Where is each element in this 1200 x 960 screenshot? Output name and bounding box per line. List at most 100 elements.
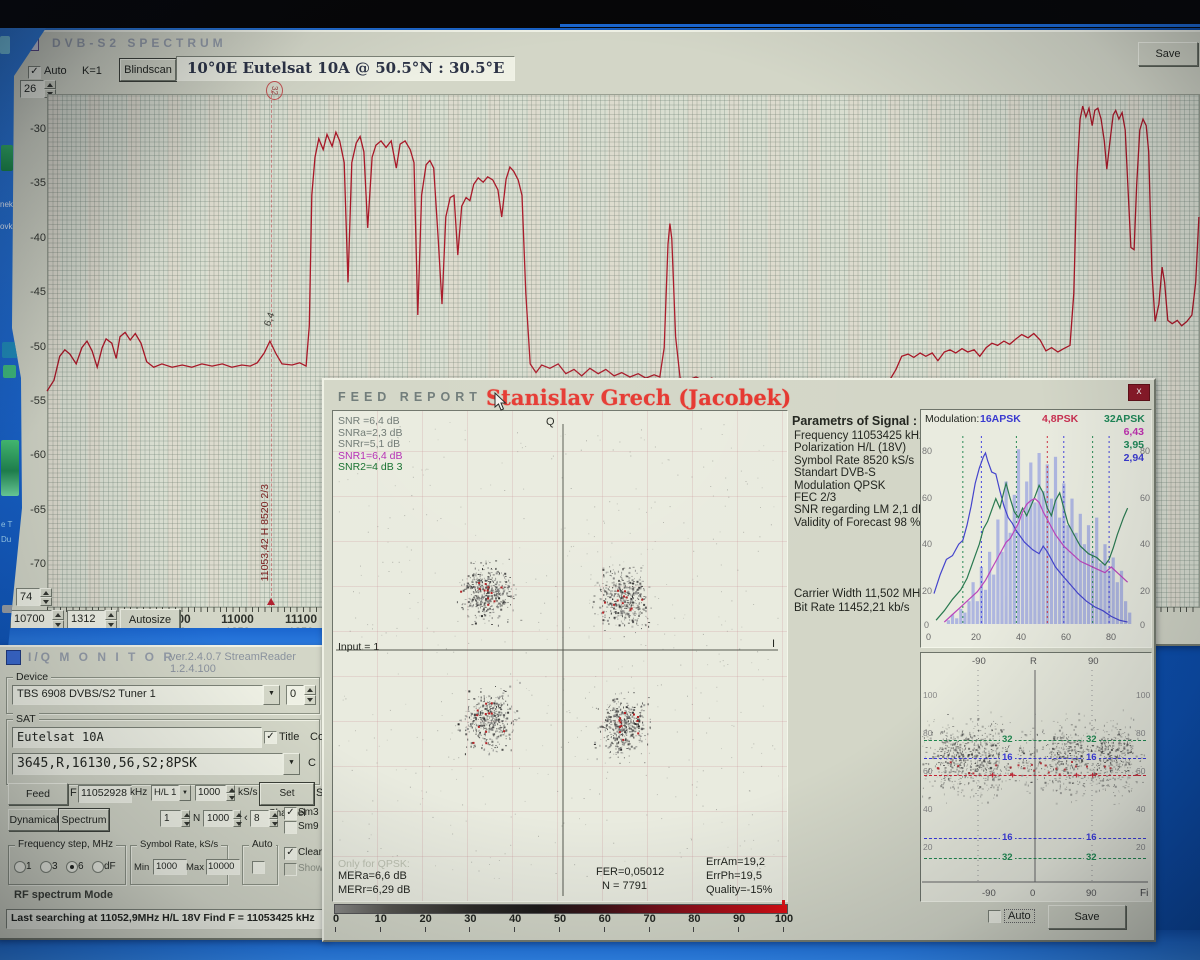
show-checkbox[interactable] (284, 863, 297, 876)
input-label: Input = 1 (338, 641, 379, 653)
span-spinner[interactable]: 1312 (67, 610, 117, 629)
modulation-histogram (928, 428, 1142, 628)
frequency-field[interactable]: 11052928 (78, 785, 132, 803)
quality-scale-label: 80 (682, 913, 706, 925)
signal-param-line: Modulation QPSK (794, 480, 926, 492)
hist-zero-label: 0 (1140, 620, 1145, 630)
n3-spinner[interactable]: 8 (250, 810, 278, 827)
freq-step-radio[interactable] (14, 861, 26, 873)
desktop-icon[interactable] (0, 36, 10, 54)
feed-report-window: FEED REPORT Stanislav Grech (Jacobek) x … (322, 378, 1156, 942)
freq-step-radio-label: dF (104, 861, 116, 872)
quality-scale-label: 70 (638, 913, 662, 925)
quality-scale-label: 90 (727, 913, 751, 925)
iq-app-icon (6, 650, 21, 665)
signal-param-line: SNR regarding LM 2,1 dB (794, 504, 926, 516)
phase-threshold-line (924, 740, 1146, 741)
constellation-scatter (332, 410, 786, 900)
carrier-width-value: Carrier Width 11,502 MHz (794, 588, 926, 600)
phase-threshold-label: 32 (1000, 734, 1015, 745)
erram-value: ErrAm=19,2 (706, 856, 765, 868)
hist-x-label: 60 (1061, 632, 1071, 642)
mera-value: MERa=6,6 dB (338, 870, 407, 882)
signal-param-line: Symbol Rate 8520 kS/s (794, 455, 926, 467)
polarization-dropdown[interactable]: H/L 1▼ (151, 785, 191, 801)
title-checkbox[interactable] (264, 731, 277, 744)
n1-spinner[interactable]: 1 (160, 810, 190, 827)
sm9-checkbox[interactable] (284, 821, 297, 834)
phase-top-label: -90 (972, 656, 986, 667)
desktop-icon[interactable] (3, 365, 16, 378)
save-button-bottom[interactable]: Save (1048, 905, 1126, 929)
phase-threshold-line (924, 775, 1146, 776)
phase-y-label: 80 (1136, 728, 1145, 738)
quality-scale-tick (783, 927, 784, 932)
n-value: N = 7791 (602, 880, 647, 892)
only-qpsk-label: Only for QPSK: (338, 858, 410, 870)
clear-checkbox[interactable] (284, 847, 297, 860)
min-field[interactable]: 1000 (153, 859, 187, 875)
errph-value: ErrPh=19,5 (706, 870, 762, 882)
sm9-label: Sm9 (298, 821, 319, 832)
set-channel-button[interactable]: Set Channel (260, 783, 314, 805)
frequency-marker-line (271, 90, 272, 606)
hist-y-label: 40 (1140, 539, 1150, 549)
c-partial-label: C (308, 757, 316, 769)
device-index-spinner[interactable]: 0 (286, 685, 316, 705)
desktop-icon-label: ovk (0, 222, 12, 231)
desktop-icon-label: e T (1, 520, 12, 529)
max-field[interactable]: 10000 (206, 859, 240, 875)
quality-scale-label: 40 (503, 913, 527, 925)
q-axis-label: Q (546, 416, 555, 428)
symbolrate-spinner[interactable]: 1000 (195, 785, 235, 801)
modulation-legend-item: 32APSK (1104, 413, 1145, 425)
freq-step-radio[interactable] (66, 861, 78, 873)
max-label: Max (186, 862, 204, 873)
hist-y-label: 60 (1140, 493, 1150, 503)
y-axis-tick: -50 (12, 341, 46, 353)
phase-y-label: 60 (923, 766, 932, 776)
device-dropdown[interactable]: TBS 6908 DVBS/S2 Tuner 1▼ (12, 685, 280, 705)
phase-red-marker: + (1090, 770, 1095, 780)
quality-scale-tick (693, 927, 694, 932)
phase-y-label: 40 (1136, 804, 1145, 814)
quality-scale-label: 0 (324, 913, 348, 925)
sm3-checkbox[interactable] (284, 807, 297, 820)
signal-param-line: Frequency 11053425 kHz (794, 430, 926, 442)
n2-spinner[interactable]: 1000 (203, 810, 241, 827)
phase-red-marker: + (1010, 770, 1015, 780)
level-bottom-spinner[interactable]: 74 (16, 588, 52, 606)
phase-y-label: 20 (923, 842, 932, 852)
quality-scale-label: 30 (458, 913, 482, 925)
spectrum-button[interactable]: Spectrum (59, 809, 109, 831)
close-button[interactable]: x (1128, 384, 1150, 401)
snr-line: SNR2=4 dB 3 (338, 462, 403, 474)
quality-scale-tick (380, 927, 381, 932)
phase-threshold-label: 32 (1084, 852, 1099, 863)
freq-step-radio[interactable] (40, 861, 52, 873)
feed-report-button[interactable]: Feed Report (8, 783, 68, 805)
phase-auto-label: Auto (1004, 909, 1035, 923)
auto-sr-checkbox[interactable] (252, 861, 265, 874)
iq-monitor-window: I/Q M O N I T O R ver.2.4.0.7 StreamRead… (0, 645, 328, 940)
phase-y-label: 60 (1136, 766, 1145, 776)
desktop-icon[interactable] (1, 440, 19, 496)
phase-y-label: 100 (923, 690, 937, 700)
start-frequency-spinner[interactable]: 10700 (10, 610, 64, 629)
phase-top-label: 90 (1088, 656, 1099, 667)
hist-x-label: 20 (971, 632, 981, 642)
freq-step-radio[interactable] (92, 861, 104, 873)
phase-auto-checkbox[interactable] (988, 910, 1001, 923)
signal-params-title: Parametrs of Signal : (792, 414, 917, 428)
channel-dropdown[interactable]: 3645,R,16130,56,S2;8PSK▼ (12, 753, 300, 775)
modulation-legend-item: 4,8PSK (1042, 413, 1078, 425)
snr-line: SNR =6,4 dB (338, 416, 403, 428)
signal-param-line: Validity of Forecast 98 % (794, 517, 926, 529)
desktop-icon-label: nek (0, 200, 13, 209)
phase-top-label: R (1030, 656, 1037, 667)
sat-name-field[interactable]: Eutelsat 10A (12, 727, 262, 748)
desktop-icon[interactable] (1, 145, 13, 171)
phase-threshold-line (924, 838, 1146, 839)
phase-bottom-label: -90 (982, 888, 996, 899)
dynamical-button[interactable]: Dynamical (8, 809, 60, 831)
